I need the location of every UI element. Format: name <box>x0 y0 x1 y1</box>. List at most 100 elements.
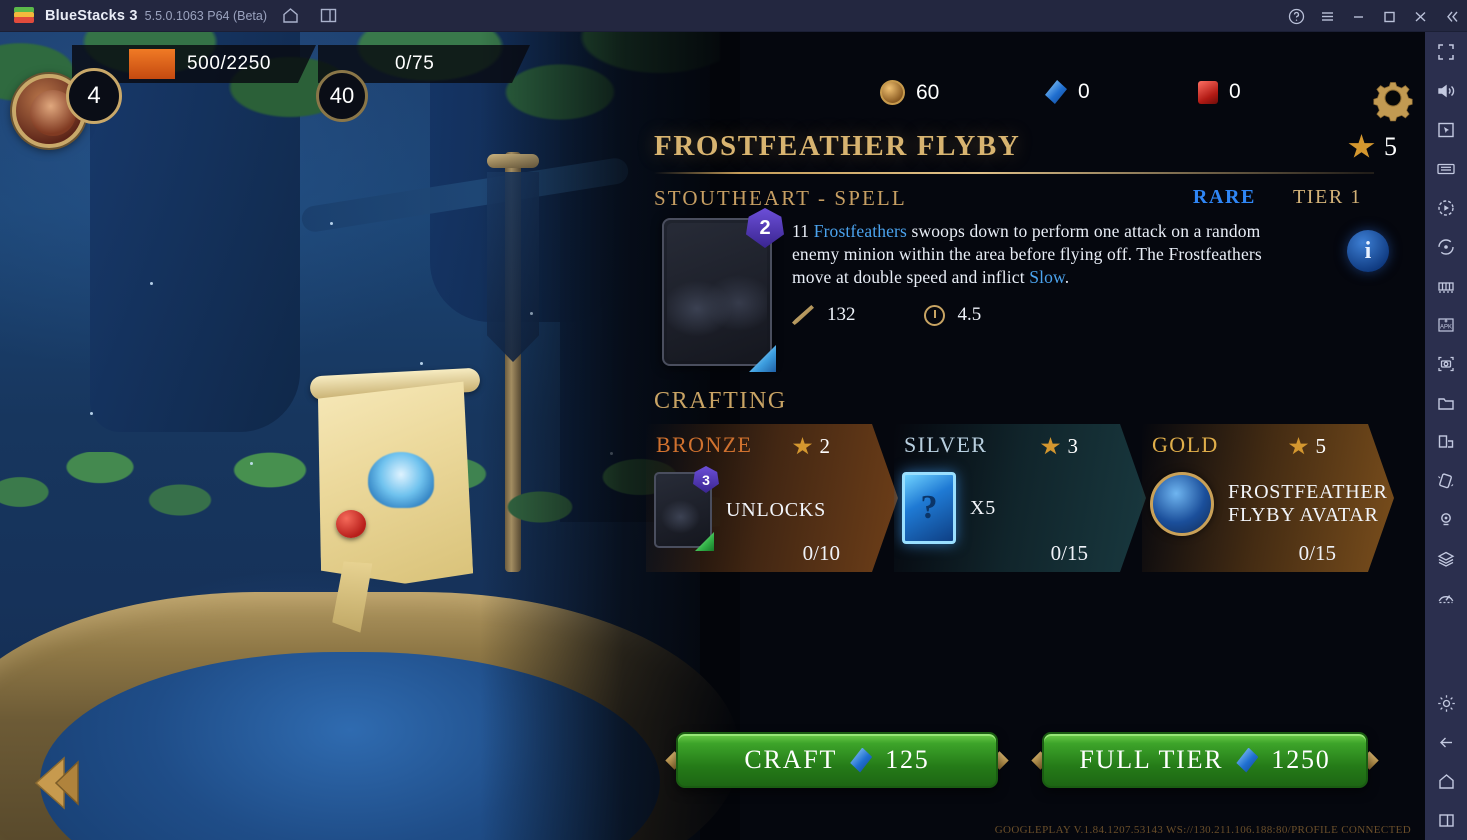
ruby-value: 0 <box>1229 80 1241 103</box>
cursor-pointer-icon[interactable] <box>1425 110 1467 149</box>
svg-text:APK: APK <box>1440 324 1452 330</box>
craft-button-cost: 125 <box>885 745 930 774</box>
gem-progress-value: 0/75 <box>395 53 435 74</box>
star-icon <box>1041 437 1061 456</box>
app-version: 5.5.0.1063 P64 (Beta) <box>144 8 267 23</box>
keyboard-controls-icon[interactable] <box>1425 149 1467 188</box>
bluestacks-logo-icon <box>14 6 34 25</box>
stat-duration-value: 4.5 <box>957 304 982 325</box>
tier-reward-silver: ? X5 <box>902 472 996 544</box>
gear-icon[interactable] <box>1363 72 1423 124</box>
wax-seal-icon <box>336 510 366 538</box>
stat-damage-value: 132 <box>827 304 856 325</box>
game-viewport[interactable]: 500/2250 0/75 4 40 60 0 0 FROSTFEATHER F… <box>0 32 1425 840</box>
desc-part-4: . <box>1064 267 1070 287</box>
full-tier-button-label: FULL TIER <box>1079 745 1224 774</box>
xp-fill <box>129 49 175 79</box>
minimize-icon[interactable] <box>1343 0 1374 32</box>
install-apk-icon[interactable]: APK <box>1425 305 1467 344</box>
media-folder-icon[interactable] <box>1425 383 1467 422</box>
card-star-rating: 5 <box>1348 132 1397 162</box>
close-icon[interactable] <box>1405 0 1436 32</box>
gold-coin-icon <box>880 80 905 105</box>
duration-icon <box>923 304 945 326</box>
settings-icon[interactable] <box>1425 684 1467 723</box>
card-stats: 132 4.5 <box>792 304 981 326</box>
tier-name-bronze: BRONZE <box>656 432 753 457</box>
sword-icon <box>792 305 814 325</box>
card-art <box>667 223 767 361</box>
shake-icon[interactable] <box>1425 461 1467 500</box>
blue-shard-icon <box>850 747 873 773</box>
recents-icon[interactable] <box>1425 801 1467 840</box>
multi-instance-icon[interactable] <box>315 2 343 30</box>
currency-ruby[interactable]: 0 <box>1198 80 1241 104</box>
shard-value: 0 <box>1078 80 1090 103</box>
layers-icon[interactable] <box>1425 539 1467 578</box>
tier-reward-bronze: 3 UNLOCKS <box>654 472 826 548</box>
menu-icon[interactable] <box>1312 0 1343 32</box>
performance-icon[interactable] <box>1425 578 1467 617</box>
rotate-icon[interactable] <box>1425 227 1467 266</box>
tier-stars-bronze: 2 <box>793 434 831 459</box>
location-icon[interactable] <box>1425 500 1467 539</box>
currency-shard[interactable]: 0 <box>1045 80 1090 104</box>
fullscreen-icon[interactable] <box>1425 32 1467 71</box>
crafting-tier-gold[interactable]: GOLD 5 FROSTFEATHER FLYBY AVATAR 0/15 <box>1142 424 1394 572</box>
avatar-orb-icon <box>1150 472 1214 536</box>
help-icon[interactable] <box>1281 0 1312 32</box>
home-icon[interactable] <box>277 2 305 30</box>
tier-stars-value: 5 <box>1315 434 1326 458</box>
star-icon <box>1348 134 1375 158</box>
crafting-tier-bronze[interactable]: BRONZE 2 3 UNLOCKS 0/10 <box>646 424 898 572</box>
tier-reward-label-silver: X5 <box>970 496 997 519</box>
card-subtype: STOUTHEART - SPELL <box>654 186 907 210</box>
tier-reward-label-gold: FROSTFEATHER FLYBY AVATAR <box>1228 481 1388 527</box>
title-divider <box>654 172 1374 174</box>
tier-progress-silver: 0/15 <box>1050 541 1088 565</box>
tier-progress-bronze: 0/10 <box>802 541 840 565</box>
screenshot-icon[interactable] <box>1425 344 1467 383</box>
back-chevron-icon[interactable] <box>24 752 86 814</box>
card-rarity: RARE <box>1192 186 1256 208</box>
tier-stars-value: 2 <box>819 434 830 458</box>
desc-part-0: 11 <box>792 221 814 241</box>
info-icon[interactable]: i <box>1347 230 1389 272</box>
crafting-tier-silver[interactable]: SILVER 3 ? X5 0/15 <box>894 424 1146 572</box>
desc-keyword-slow: Slow <box>1029 267 1065 287</box>
maximize-icon[interactable] <box>1374 0 1405 32</box>
action-buttons: CRAFT 125 FULL TIER 1250 <box>0 732 1425 822</box>
stat-damage: 132 <box>792 304 856 326</box>
app-name: BlueStacks 3 <box>45 7 138 24</box>
desc-keyword-frostfeathers: Frostfeathers <box>813 221 907 241</box>
back-icon[interactable] <box>1425 723 1467 762</box>
tier-reward-gold: FROSTFEATHER FLYBY AVATAR <box>1150 472 1388 536</box>
card-description: 11 Frostfeathers swoops down to perform … <box>792 220 1292 289</box>
forest-scene-background <box>0 32 740 840</box>
currency-gold[interactable]: 60 <box>880 80 939 105</box>
volume-icon[interactable] <box>1425 71 1467 110</box>
crafting-tiers: BRONZE 2 3 UNLOCKS 0/10 SILVER 3 ? X5 0/… <box>646 424 1406 574</box>
star-rating-value: 5 <box>1384 132 1397 161</box>
macro-record-icon[interactable] <box>1425 188 1467 227</box>
tier-progress-gold: 0/15 <box>1298 541 1336 565</box>
player-level-badge: 4 <box>66 68 122 124</box>
craft-button-label: CRAFT <box>744 745 838 774</box>
card-detail-panel: FROSTFEATHER FLYBY 5 STOUTHEART - SPELL … <box>640 112 1425 672</box>
copy-to-pc-icon[interactable] <box>1425 422 1467 461</box>
blue-shard-icon <box>1045 80 1067 104</box>
crafting-heading: CRAFTING <box>654 388 787 414</box>
tier-stars-value: 3 <box>1067 434 1078 458</box>
star-icon <box>793 437 813 456</box>
full-tier-button[interactable]: FULL TIER 1250 <box>1042 732 1368 788</box>
craft-button[interactable]: CRAFT 125 <box>676 732 998 788</box>
multi-instance-manager-icon[interactable] <box>1425 266 1467 305</box>
tier-stars-silver: 3 <box>1041 434 1079 459</box>
blue-shard-icon <box>1236 747 1259 773</box>
top-hud: 500/2250 0/75 4 40 60 0 0 <box>0 32 1425 148</box>
bluestacks-window: BlueStacks 3 5.5.0.1063 P64 (Beta) 500/2… <box>0 0 1467 840</box>
card-thumbnail[interactable]: 2 <box>662 208 784 372</box>
collapse-sidebar-icon[interactable] <box>1436 0 1467 32</box>
card-tier: TIER 1 <box>1292 186 1362 208</box>
home-icon[interactable] <box>1425 762 1467 801</box>
